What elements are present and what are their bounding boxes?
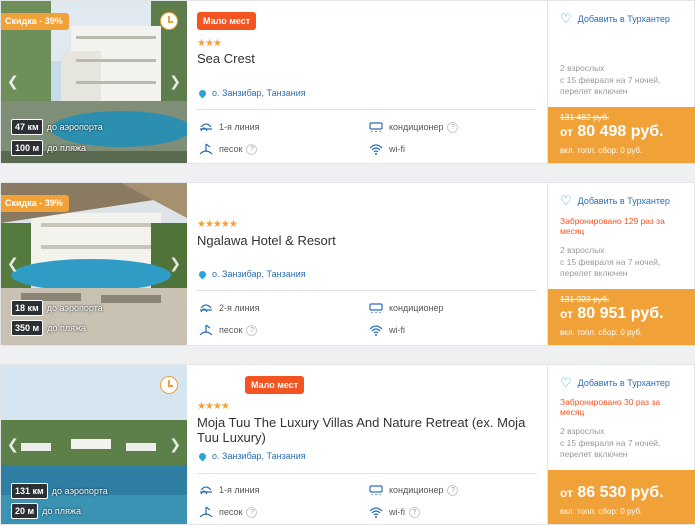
price-panel: ♡ Добавить в Турхантер 2 взрослых с 15 ф… (547, 1, 695, 163)
wifi-icon (369, 143, 383, 155)
sand-icon (199, 324, 213, 336)
heart-icon: ♡ (560, 375, 572, 390)
pin-icon (197, 269, 208, 279)
hotel-location[interactable]: о. Занзибар, Танзания (197, 451, 306, 461)
help-icon[interactable]: ? (246, 506, 258, 518)
add-to-favorites-button[interactable]: ♡ Добавить в Турхантер (560, 193, 670, 208)
hotel-card[interactable]: Скидка - 39% ❮ ❯ 47 км до аэропорта 100 … (0, 0, 695, 164)
hotel-card[interactable]: Скидка - 39% ❮ ❯ 18 км до аэропорта 350 … (0, 182, 695, 346)
beach-distance: 20 м до пляжа (11, 503, 81, 519)
help-icon[interactable]: ? (447, 484, 459, 496)
chevron-left-icon[interactable]: ❮ (7, 255, 19, 272)
hotel-info: Мало мест ★★★ Sea Crest о. Занзибар, Тан… (197, 1, 537, 163)
few-left-badge: Мало мест (245, 376, 305, 394)
chevron-left-icon[interactable]: ❮ (7, 73, 19, 90)
tour-details: 2 взрослых с 15 февраля на 7 ночей, пере… (560, 245, 661, 278)
heart-icon: ♡ (560, 193, 572, 208)
hotel-photo[interactable]: Скидка - 39% ❮ ❯ 18 км до аэропорта 350 … (1, 183, 187, 345)
price-panel: ♡ Добавить в Турхантер Забронировано 30 … (547, 365, 695, 524)
fuel-fee: вкл. топл. сбор: 0 руб. (560, 328, 643, 337)
hotel-location[interactable]: о. Занзибар, Танзания (197, 269, 306, 279)
current-price: от 86 530 руб. (560, 484, 664, 501)
help-icon[interactable]: ? (409, 506, 420, 518)
price-button[interactable]: 131 482 руб. от 80 498 руб. вкл. топл. с… (548, 107, 695, 163)
air-conditioner-icon (369, 302, 383, 314)
clock-icon (160, 376, 178, 394)
star-rating: ★★★★★ (197, 219, 238, 230)
price-button[interactable]: 131 923 руб. от 80 951 руб. вкл. топл. с… (548, 289, 695, 345)
feature-ac: кондиционер ? (369, 484, 459, 496)
feature-beach-type: песок ? (199, 506, 258, 518)
beach-line-icon (199, 484, 213, 496)
feature-wifi: wi-fi (369, 324, 405, 336)
booked-count: Забронировано 30 раз за месяц (560, 397, 661, 417)
divider (197, 290, 537, 291)
pin-icon (197, 88, 208, 98)
hotel-photo[interactable]: ❮ ❯ 131 км до аэропорта 20 м до пляжа (1, 365, 187, 524)
discount-badge: Скидка - 39% (1, 195, 69, 212)
hotel-info: ★★★★★ Ngalawa Hotel & Resort о. Занзибар… (197, 183, 537, 345)
help-icon[interactable]: ? (246, 143, 258, 155)
add-to-favorites-button[interactable]: ♡ Добавить в Турхантер (560, 11, 670, 26)
chevron-right-icon[interactable]: ❯ (169, 255, 181, 272)
pin-icon (197, 451, 208, 461)
beach-distance: 350 м до пляжа (11, 320, 86, 336)
feature-beach-type: песок ? (199, 143, 258, 155)
hotel-info: Мало мест ★★★★ Moja Tuu The Luxury Villa… (197, 365, 537, 524)
beach-line-icon (199, 302, 213, 314)
few-left-badge: Мало мест (197, 12, 257, 30)
feature-ac: кондиционер (369, 302, 443, 314)
star-rating: ★★★ (197, 38, 222, 49)
heart-icon: ♡ (560, 11, 572, 26)
sand-icon (199, 506, 213, 518)
divider (197, 109, 537, 110)
booked-count: Забронировано 129 раз за месяц (560, 216, 665, 236)
current-price: от 80 498 руб. (560, 123, 664, 140)
beach-line-icon (199, 121, 213, 133)
old-price: 131 482 руб. (560, 112, 610, 122)
air-conditioner-icon (369, 484, 383, 496)
price-button[interactable]: от 86 530 руб. вкл. топл. сбор: 0 руб. (548, 470, 695, 524)
hotel-location[interactable]: о. Занзибар, Танзания (197, 88, 306, 98)
current-price: от 80 951 руб. (560, 305, 664, 322)
old-price: 131 923 руб. (560, 294, 610, 304)
hotel-name[interactable]: Moja Tuu The Luxury Villas And Nature Re… (197, 415, 537, 445)
airport-distance: 47 км до аэропорта (11, 119, 103, 135)
fuel-fee: вкл. топл. сбор: 0 руб. (560, 507, 643, 516)
airport-distance: 131 км до аэропорта (11, 483, 108, 499)
feature-line: 1-я линия (199, 484, 260, 496)
feature-line: 2-я линия (199, 302, 260, 314)
wifi-icon (369, 324, 383, 336)
feature-wifi: wi-fi ? (369, 506, 420, 518)
divider (197, 473, 537, 474)
fuel-fee: вкл. топл. сбор: 0 руб. (560, 146, 643, 155)
beach-distance: 100 м до пляжа (11, 140, 86, 156)
help-icon[interactable]: ? (447, 121, 459, 133)
chevron-right-icon[interactable]: ❯ (169, 436, 181, 453)
hotel-photo[interactable]: Скидка - 39% ❮ ❯ 47 км до аэропорта 100 … (1, 1, 187, 163)
hotel-name[interactable]: Sea Crest (197, 51, 537, 66)
add-to-favorites-button[interactable]: ♡ Добавить в Турхантер (560, 375, 670, 390)
hotel-card[interactable]: ❮ ❯ 131 км до аэропорта 20 м до пляжа Ма… (0, 364, 695, 525)
chevron-left-icon[interactable]: ❮ (7, 436, 19, 453)
clock-icon (160, 12, 178, 30)
tour-details: 2 взрослых с 15 февраля на 7 ночей, пере… (560, 426, 661, 459)
tour-details: 2 взрослых с 15 февраля на 7 ночей, пере… (560, 63, 661, 96)
hotel-name[interactable]: Ngalawa Hotel & Resort (197, 233, 537, 248)
feature-ac: кондиционер ? (369, 121, 459, 133)
sand-icon (199, 143, 213, 155)
chevron-right-icon[interactable]: ❯ (169, 73, 181, 90)
star-rating: ★★★★ (197, 401, 230, 412)
feature-line: 1-я линия (199, 121, 260, 133)
discount-badge: Скидка - 39% (1, 13, 69, 30)
feature-wifi: wi-fi (369, 143, 405, 155)
feature-beach-type: песок ? (199, 324, 258, 336)
airport-distance: 18 км до аэропорта (11, 300, 103, 316)
price-panel: ♡ Добавить в Турхантер Забронировано 129… (547, 183, 695, 345)
air-conditioner-icon (369, 121, 383, 133)
wifi-icon (369, 506, 383, 518)
help-icon[interactable]: ? (246, 324, 258, 336)
